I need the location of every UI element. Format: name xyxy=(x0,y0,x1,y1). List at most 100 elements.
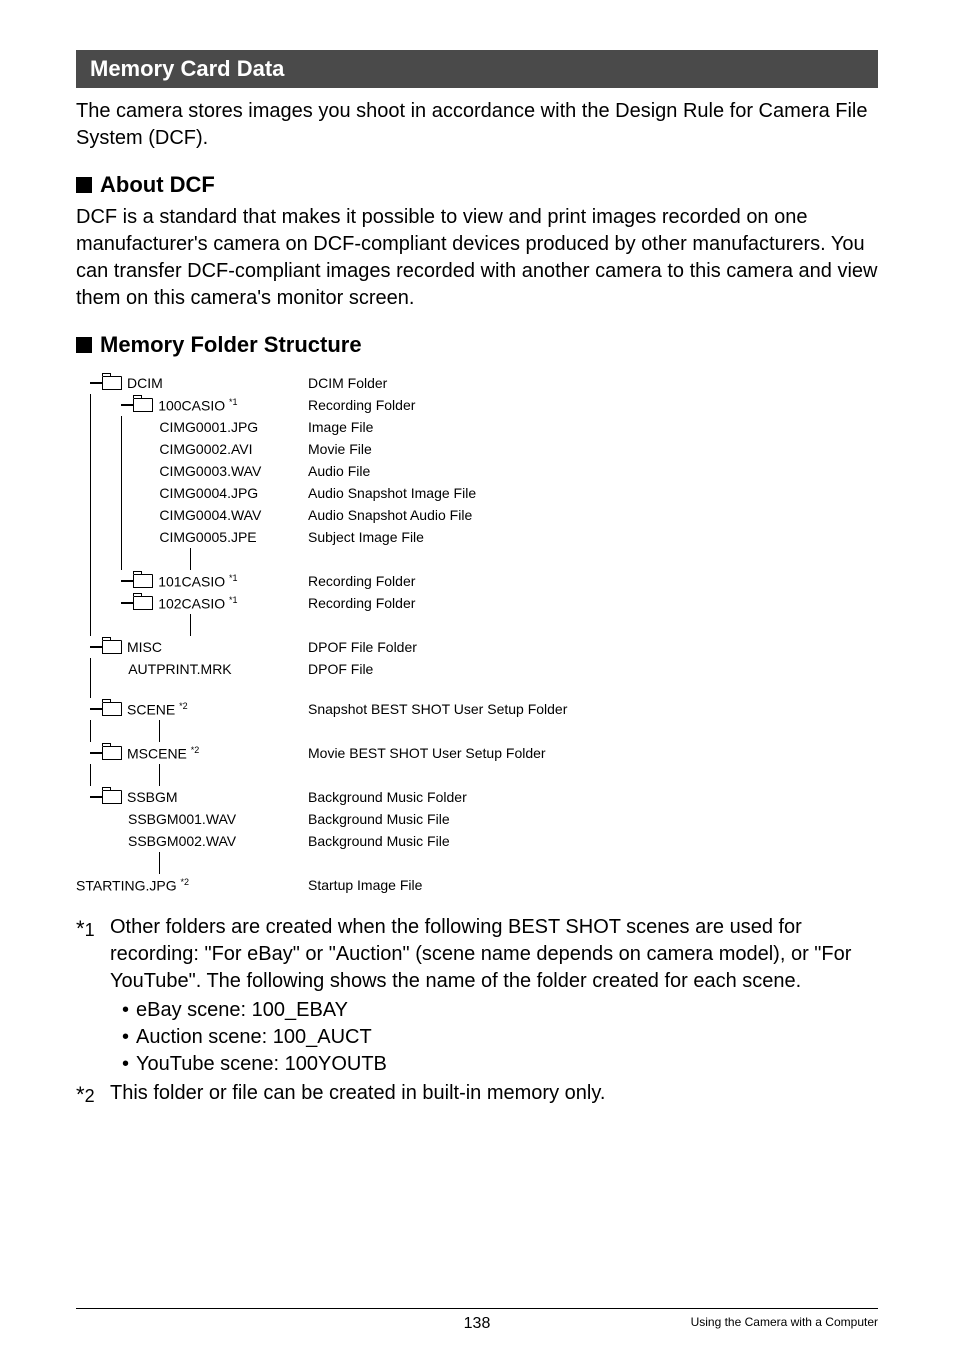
footnote-1: *1 Other folders are created when the fo… xyxy=(76,914,878,995)
vertical-dots-icon xyxy=(159,852,160,874)
file-desc: Audio Snapshot Image File xyxy=(308,485,476,501)
folder-label: 102CASIO *1 xyxy=(158,595,237,612)
folder-desc: Recording Folder xyxy=(308,397,415,413)
folder-icon xyxy=(133,398,153,412)
bullet-dot-icon: • xyxy=(122,1051,136,1078)
bullet-item: •eBay scene: 100_EBAY xyxy=(122,997,878,1024)
folder-icon xyxy=(133,574,153,588)
bullet-dot-icon: • xyxy=(122,997,136,1024)
file-desc: Startup Image File xyxy=(308,877,422,893)
folder-icon xyxy=(102,640,122,654)
footnote-2: *2 This folder or file can be created in… xyxy=(76,1080,878,1110)
tree-row-file: AUTPRINT.MRK DPOF File xyxy=(76,658,878,680)
folder-label: MISC xyxy=(127,639,162,655)
file-desc: Audio File xyxy=(308,463,370,479)
bullet-text: Auction scene: 100_AUCT xyxy=(136,1024,372,1051)
folder-desc: Movie BEST SHOT User Setup Folder xyxy=(308,745,546,761)
folder-desc: DPOF File Folder xyxy=(308,639,417,655)
folder-label: DCIM xyxy=(127,375,163,391)
bullet-dot-icon: • xyxy=(122,1024,136,1051)
section-header: Memory Card Data xyxy=(76,50,878,88)
file-label: CIMG0004.JPG xyxy=(159,485,258,501)
tree-row-101casio: 101CASIO *1 Recording Folder xyxy=(76,570,878,592)
tree-row-mscene: MSCENE *2 Movie BEST SHOT User Setup Fol… xyxy=(76,742,878,764)
file-desc: Movie File xyxy=(308,441,372,457)
folder-desc: Background Music Folder xyxy=(308,789,467,805)
folder-label: 100CASIO *1 xyxy=(158,397,237,414)
file-desc: Audio Snapshot Audio File xyxy=(308,507,472,523)
folder-icon xyxy=(102,746,122,760)
tree-row-file: CIMG0005.JPE Subject Image File xyxy=(76,526,878,548)
tree-row-ssbgm: SSBGM Background Music Folder xyxy=(76,786,878,808)
tree-row-dots xyxy=(76,548,878,570)
footnote-text: Other folders are created when the follo… xyxy=(110,914,878,995)
tree-row-100casio: 100CASIO *1 Recording Folder xyxy=(76,394,878,416)
tree-row-file: CIMG0002.AVI Movie File xyxy=(76,438,878,460)
folder-label: SSBGM xyxy=(127,789,178,805)
bullet-item: •Auction scene: 100_AUCT xyxy=(122,1024,878,1051)
tree-row-dcim: DCIM DCIM Folder xyxy=(76,372,878,394)
tree-row-scene: SCENE *2 Snapshot BEST SHOT User Setup F… xyxy=(76,698,878,720)
tree-row-dots xyxy=(76,764,878,786)
folder-icon xyxy=(102,702,122,716)
file-label: CIMG0001.JPG xyxy=(159,419,258,435)
about-dcf-heading: About DCF xyxy=(76,172,878,198)
folder-desc: Snapshot BEST SHOT User Setup Folder xyxy=(308,701,567,717)
tree-row-file: SSBGM001.WAV Background Music File xyxy=(76,808,878,830)
folder-desc: DCIM Folder xyxy=(308,375,387,391)
square-bullet-icon xyxy=(76,177,92,193)
tree-row-dots xyxy=(76,614,878,636)
tree-row-102casio: 102CASIO *1 Recording Folder xyxy=(76,592,878,614)
tree-row-starting: STARTING.JPG *2 Startup Image File xyxy=(76,874,878,896)
footnote-text: This folder or file can be created in bu… xyxy=(110,1080,605,1110)
file-desc: Background Music File xyxy=(308,811,450,827)
folder-desc: Recording Folder xyxy=(308,573,415,589)
folder-icon xyxy=(102,790,122,804)
file-desc: DPOF File xyxy=(308,661,373,677)
file-desc: Image File xyxy=(308,419,373,435)
file-label: CIMG0003.WAV xyxy=(159,463,261,479)
file-label: CIMG0004.WAV xyxy=(159,507,261,523)
intro-paragraph: The camera stores images you shoot in ac… xyxy=(76,98,878,152)
folder-desc: Recording Folder xyxy=(308,595,415,611)
folder-tree: DCIM DCIM Folder 100CASIO *1 Recording F… xyxy=(76,372,878,896)
about-dcf-heading-text: About DCF xyxy=(100,172,215,197)
folder-icon xyxy=(133,596,153,610)
folder-icon xyxy=(102,376,122,390)
file-label: SSBGM002.WAV xyxy=(128,833,236,849)
tree-row-dots xyxy=(76,720,878,742)
tree-row-misc: MISC DPOF File Folder xyxy=(76,636,878,658)
vertical-dots-icon xyxy=(190,548,191,570)
tree-row-spacer xyxy=(76,680,878,698)
vertical-dots-icon xyxy=(159,764,160,786)
folder-label: MSCENE *2 xyxy=(127,745,199,762)
tree-row-file: CIMG0003.WAV Audio File xyxy=(76,460,878,482)
tree-row-file: CIMG0001.JPG Image File xyxy=(76,416,878,438)
folder-label: 101CASIO *1 xyxy=(158,573,237,590)
mfs-heading-text: Memory Folder Structure xyxy=(100,332,362,357)
footnote-mark: *2 xyxy=(76,1080,110,1110)
bullet-text: eBay scene: 100_EBAY xyxy=(136,997,348,1024)
vertical-dots-icon xyxy=(190,614,191,636)
footer-section-title: Using the Camera with a Computer xyxy=(691,1315,878,1329)
file-label: SSBGM001.WAV xyxy=(128,811,236,827)
tree-row-file: CIMG0004.WAV Audio Snapshot Audio File xyxy=(76,504,878,526)
about-dcf-body: DCF is a standard that makes it possible… xyxy=(76,204,878,312)
bullet-list: •eBay scene: 100_EBAY •Auction scene: 10… xyxy=(122,997,878,1078)
tree-row-dots xyxy=(76,852,878,874)
vertical-dots-icon xyxy=(159,720,160,742)
footnote-mark: *1 xyxy=(76,914,110,995)
square-bullet-icon xyxy=(76,337,92,353)
tree-row-file: SSBGM002.WAV Background Music File xyxy=(76,830,878,852)
memory-folder-structure-heading: Memory Folder Structure xyxy=(76,332,878,358)
file-desc: Subject Image File xyxy=(308,529,424,545)
file-label: AUTPRINT.MRK xyxy=(128,661,231,677)
folder-label: SCENE *2 xyxy=(127,701,188,718)
file-label: CIMG0005.JPE xyxy=(159,529,256,545)
tree-row-file: CIMG0004.JPG Audio Snapshot Image File xyxy=(76,482,878,504)
page-footer: 138 Using the Camera with a Computer xyxy=(76,1308,878,1329)
file-label: CIMG0002.AVI xyxy=(159,441,252,457)
file-label: STARTING.JPG *2 xyxy=(76,877,189,894)
bullet-text: YouTube scene: 100YOUTB xyxy=(136,1051,387,1078)
bullet-item: •YouTube scene: 100YOUTB xyxy=(122,1051,878,1078)
